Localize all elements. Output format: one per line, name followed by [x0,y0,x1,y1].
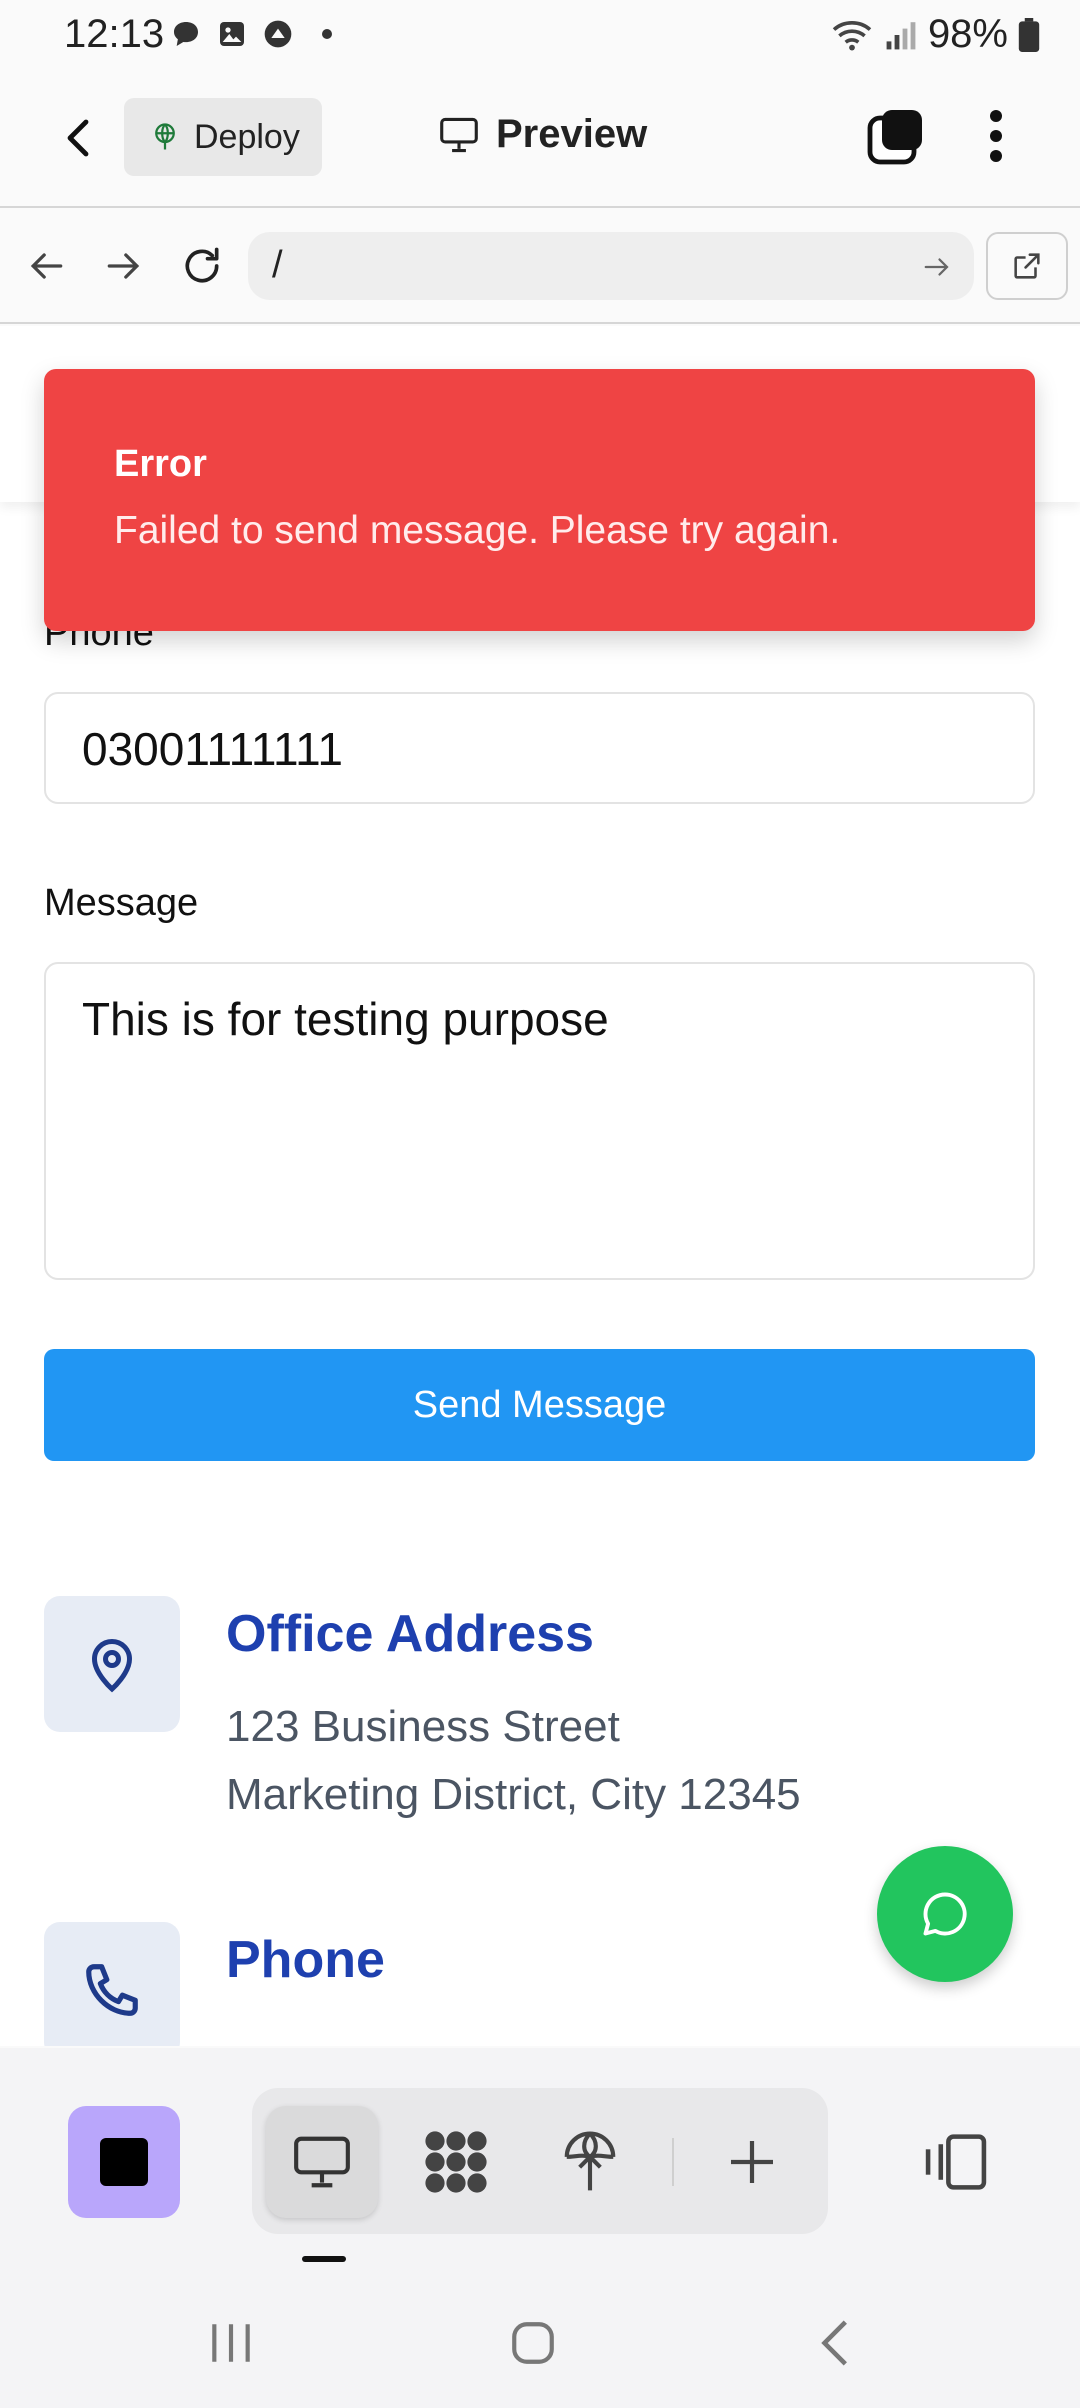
deploy-icon [150,122,180,152]
monitor-icon [291,2133,353,2191]
monitor-icon [438,116,480,154]
address-line-1: 123 Business Street [226,1702,620,1751]
url-text: / [272,244,283,286]
send-message-label: Send Message [412,1383,667,1426]
device-toggle-button[interactable] [920,2106,992,2218]
phone-icon-box [44,1922,180,2046]
stop-icon [100,2138,148,2186]
phone-input[interactable]: 03001111111 [44,692,1035,804]
status-right: 98% [830,12,1040,57]
url-input[interactable]: / [248,232,974,300]
status-time: 12:13 [64,12,165,56]
preview-view-button[interactable] [266,2106,378,2218]
toolbar-divider [672,2138,674,2186]
active-tab-indicator [302,2256,346,2262]
toast-message: Failed to send message. Please try again… [114,509,841,552]
recent-apps-icon[interactable] [196,2308,266,2378]
app-bar: Deploy Preview [0,72,1080,208]
url-go-icon[interactable] [922,252,952,282]
browser-back-icon[interactable] [24,244,68,288]
external-link-icon [1010,249,1044,283]
phone-icon [81,1959,143,2021]
bottom-toolbar [0,2048,1080,2278]
phone-value: 03001111111 [82,723,343,775]
dot-icon [322,29,332,39]
browser-bar: / [0,210,1080,324]
chat-bubble-icon [919,1888,971,1940]
phone-title: Phone [226,1931,385,1989]
error-toast[interactable]: Error Failed to send message. Please try… [44,369,1035,631]
deploy-icon [559,2129,621,2195]
reload-icon[interactable] [180,244,224,288]
wifi-icon [830,17,874,53]
address-title: Office Address [226,1605,594,1663]
status-bar: 12:13 98% [0,0,1080,72]
open-external-button[interactable] [986,232,1068,300]
deploy-button[interactable]: Deploy [124,98,322,176]
message-textarea[interactable]: This is for testing purpose [44,962,1035,1280]
image-icon [216,18,248,50]
workflow-view-button[interactable] [400,2106,512,2218]
toast-title: Error [114,443,207,485]
stop-button[interactable] [68,2106,180,2218]
deploy-label: Deploy [194,117,300,156]
message-value: This is for testing purpose [82,993,609,1045]
add-button[interactable] [696,2106,808,2218]
system-back-icon[interactable] [802,2308,872,2378]
send-message-button[interactable]: Send Message [44,1349,1035,1461]
device-icon [923,2134,989,2190]
upload-icon [262,18,294,50]
address-line-2: Marketing District, City 12345 [226,1770,801,1819]
tabs-button[interactable] [866,106,926,166]
deploy-view-button[interactable] [534,2106,646,2218]
address-icon-box [44,1596,180,1732]
notification-icons [170,18,332,50]
plus-icon [724,2134,780,2190]
battery-icon [1018,17,1040,52]
home-icon[interactable] [498,2308,568,2378]
map-pin-icon [82,1634,142,1694]
chat-icon [170,18,202,50]
message-label: Message [44,882,199,924]
back-button[interactable] [56,114,104,162]
view-switcher [252,2088,828,2234]
system-navigation [0,2278,1080,2408]
nodes-icon [420,2128,492,2196]
chat-button[interactable] [877,1846,1013,1982]
preview-label: Preview [496,112,648,156]
signal-icon [884,19,918,51]
browser-forward-icon[interactable] [102,244,146,288]
more-options-icon[interactable] [976,106,1016,166]
preview-title[interactable]: Preview [438,112,647,157]
battery-percent: 98% [927,12,1008,56]
